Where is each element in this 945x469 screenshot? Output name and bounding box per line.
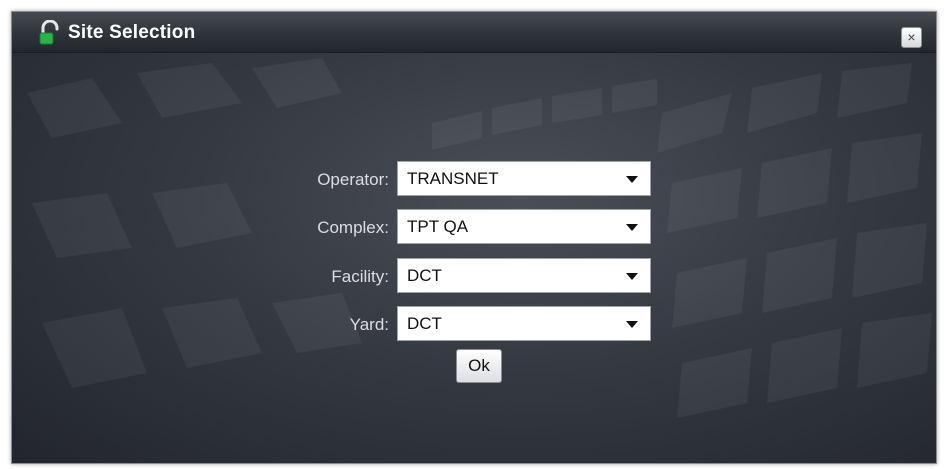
dialog-title: Site Selection xyxy=(68,22,196,43)
yard-label: Yard: xyxy=(349,315,389,334)
yard-value: DCT xyxy=(407,314,442,333)
title-bar[interactable]: Site Selection × xyxy=(12,12,936,53)
site-selection-dialog: Site Selection × Operator: TRANSNET Comp… xyxy=(11,11,937,464)
operator-select[interactable]: TRANSNET xyxy=(397,161,651,196)
chevron-down-icon xyxy=(626,273,638,280)
padlock-icon xyxy=(39,20,59,45)
complex-value: TPT QA xyxy=(407,217,469,236)
facility-select[interactable]: DCT xyxy=(397,258,651,293)
facility-label: Facility: xyxy=(331,267,389,286)
operator-value: TRANSNET xyxy=(407,169,499,188)
complex-select[interactable]: TPT QA xyxy=(397,209,651,244)
facility-value: DCT xyxy=(407,266,442,285)
chevron-down-icon xyxy=(626,321,638,328)
complex-label: Complex: xyxy=(317,218,389,237)
operator-label: Operator: xyxy=(317,170,389,189)
ok-button[interactable]: Ok xyxy=(456,349,502,383)
yard-select[interactable]: DCT xyxy=(397,306,651,341)
close-button[interactable]: × xyxy=(901,27,922,48)
dialog-content: Operator: TRANSNET Complex: TPT QA Facil… xyxy=(12,53,936,463)
chevron-down-icon xyxy=(626,176,638,183)
chevron-down-icon xyxy=(626,224,638,231)
